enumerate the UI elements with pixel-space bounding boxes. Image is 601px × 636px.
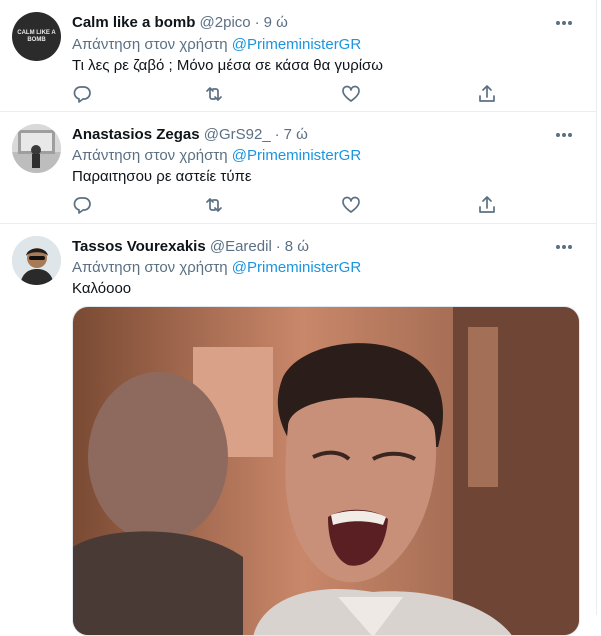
like-icon[interactable] [340, 83, 362, 105]
tweet[interactable]: Anastasios Zegas @GrS92_ · 7 ώ Απάντηση στ… [0, 112, 596, 224]
timeline: CALM LIKE A BOMB Calm like a bomb @2pico… [0, 0, 597, 636]
tweet[interactable]: Tassos Vourexakis @Earedil · 8 ώ Απάντηση … [0, 224, 596, 636]
share-icon[interactable] [476, 83, 498, 105]
avatar[interactable]: CALM LIKE A BOMB [12, 12, 61, 61]
like-icon[interactable] [340, 194, 362, 216]
tweet-header: Calm like a bomb @2pico · 9 ώ [72, 14, 288, 32]
display-name[interactable]: Calm like a bomb [72, 14, 195, 31]
timestamp[interactable]: 9 ώ [264, 14, 288, 31]
reply-mention-link[interactable]: @PrimeministerGR [232, 259, 361, 276]
user-handle[interactable]: @Earedil [210, 238, 272, 255]
display-name[interactable]: Anastasios Zegas [72, 126, 200, 143]
tweet[interactable]: CALM LIKE A BOMB Calm like a bomb @2pico… [0, 0, 596, 112]
reply-context: Απάντηση στον χρήστη @PrimeministerGR [72, 36, 361, 54]
avatar[interactable] [12, 236, 61, 285]
tweet-header: Tassos Vourexakis @Earedil · 8 ώ [72, 238, 309, 256]
timestamp[interactable]: 8 ώ [285, 238, 309, 255]
avatar-text: CALM LIKE A BOMB [17, 30, 56, 43]
display-name[interactable]: Tassos Vourexakis [72, 238, 206, 255]
reply-prefix: Απάντηση στον χρήστη [72, 147, 228, 164]
reply-prefix: Απάντηση στον χρήστη [72, 36, 228, 53]
timestamp[interactable]: 7 ώ [284, 126, 308, 143]
reply-mention-link[interactable]: @PrimeministerGR [232, 147, 361, 164]
share-icon[interactable] [476, 194, 498, 216]
retweet-icon[interactable] [203, 194, 225, 216]
tweet-header: Anastasios Zegas @GrS92_ · 7 ώ [72, 126, 308, 144]
reply-icon[interactable] [71, 83, 93, 105]
separator-dot: · [275, 238, 281, 255]
reply-context: Απάντηση στον χρήστη @PrimeministerGR [72, 147, 361, 165]
user-handle[interactable]: @GrS92_ [204, 126, 271, 143]
separator-dot: · [254, 14, 260, 31]
retweet-icon[interactable] [203, 83, 225, 105]
tweet-text: Τι λες ρε ζαβό ; Μόνο μέσα σε κάσα θα γυ… [72, 57, 384, 74]
more-icon[interactable] [554, 14, 574, 32]
reply-prefix: Απάντηση στον χρήστη [72, 259, 228, 276]
reply-context: Απάντηση στον χρήστη @PrimeministerGR [72, 259, 361, 277]
separator-dot: · [274, 126, 280, 143]
user-handle[interactable]: @2pico [200, 14, 251, 31]
more-icon[interactable] [554, 238, 574, 256]
more-icon[interactable] [554, 126, 574, 144]
tweet-media-gif[interactable] [72, 306, 580, 636]
tweet-text: Καλόοοο [72, 280, 132, 297]
avatar[interactable] [12, 124, 61, 173]
reply-mention-link[interactable]: @PrimeministerGR [232, 36, 361, 53]
reply-icon[interactable] [71, 194, 93, 216]
tweet-text: Παραιτησου ρε αστείε τύπε [72, 168, 252, 185]
